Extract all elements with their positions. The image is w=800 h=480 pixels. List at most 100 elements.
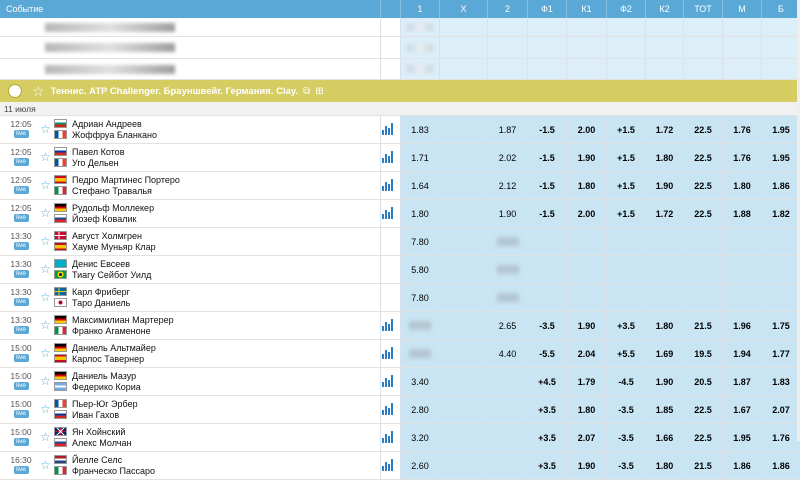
under-cell[interactable]: 1.88 <box>722 200 761 227</box>
match-info[interactable]: 13:30 live ☆ Карл Фриберг Таро Даниель <box>0 284 380 311</box>
live-badge[interactable]: live <box>13 354 29 362</box>
total-cell[interactable]: 22.5 <box>683 424 722 451</box>
handicap-1-cell[interactable]: -1.5 <box>527 172 566 199</box>
handicap-2-cell[interactable]: +1.5 <box>606 200 645 227</box>
handicap-2-cell[interactable]: +5.5 <box>606 340 645 367</box>
odd-1-cell[interactable]: 1.64 <box>400 172 439 199</box>
favorite-star-icon[interactable]: ☆ <box>40 319 51 331</box>
match-info[interactable]: 12:05 live ☆ Рудольф Моллекер Йозеф Ковалик <box>0 200 393 227</box>
live-badge[interactable]: live <box>13 326 29 334</box>
match-info[interactable]: 15:00 live ☆ Ян Хойнский Алекс Молчан <box>0 424 393 451</box>
coef-2-cell[interactable]: 1.90 <box>645 368 683 395</box>
coef-1-cell[interactable]: 2.04 <box>566 340 606 367</box>
coef-1-cell[interactable]: 2.00 <box>566 116 606 143</box>
coef-1-cell[interactable]: 1.90 <box>566 144 606 171</box>
odd-x-cell[interactable] <box>439 228 487 255</box>
odd-2-cell[interactable]: 2.65 <box>487 312 527 339</box>
favorite-star-icon[interactable]: ☆ <box>40 291 51 303</box>
odd-1-cell[interactable]: 3.40 <box>400 368 439 395</box>
odd-x-cell[interactable] <box>439 284 487 311</box>
odd-x-cell[interactable] <box>439 256 487 283</box>
odd-x-cell[interactable] <box>439 452 487 479</box>
handicap-1-cell[interactable]: -1.5 <box>527 116 566 143</box>
statistics-icon[interactable] <box>382 403 393 415</box>
column-header-f2[interactable]: Ф2 <box>606 0 645 18</box>
coef-1-cell[interactable]: 1.79 <box>566 368 606 395</box>
total-cell[interactable]: 19.5 <box>683 340 722 367</box>
live-badge[interactable]: live <box>13 242 29 250</box>
live-badge[interactable]: live <box>13 438 29 446</box>
odd-x-cell[interactable] <box>439 200 487 227</box>
odd-x-cell[interactable] <box>439 340 487 367</box>
live-badge[interactable]: live <box>13 214 29 222</box>
handicap-2-cell[interactable] <box>606 228 645 255</box>
odd-x-cell[interactable] <box>439 368 487 395</box>
copy-icon[interactable]: ⧉ <box>303 86 310 97</box>
match-info[interactable]: 15:00 live ☆ Пьер-Юг Эрбер Иван Гахов <box>0 396 393 423</box>
odd-x-cell[interactable] <box>439 424 487 451</box>
player-2-name[interactable]: Йозеф Ковалик <box>72 214 154 225</box>
player-1-name[interactable]: Павел Котов <box>72 147 124 158</box>
odd-1-cell[interactable] <box>400 312 439 339</box>
statistics-icon[interactable] <box>382 123 393 135</box>
live-badge[interactable]: live <box>13 382 29 390</box>
total-cell[interactable] <box>683 284 722 311</box>
coef-2-cell[interactable]: 1.72 <box>645 116 683 143</box>
under-cell[interactable]: 1.87 <box>722 368 761 395</box>
player-2-name[interactable]: Федерико Кориа <box>72 382 141 393</box>
odd-2-cell[interactable]: 2.12 <box>487 172 527 199</box>
handicap-2-cell[interactable]: -4.5 <box>606 368 645 395</box>
over-cell[interactable]: 1.82 <box>761 200 800 227</box>
handicap-2-cell[interactable]: +1.5 <box>606 116 645 143</box>
favorite-star-icon[interactable]: ☆ <box>40 375 51 387</box>
favorite-star-icon[interactable]: ☆ <box>40 151 51 163</box>
odd-2-cell[interactable]: 1.87 <box>487 116 527 143</box>
coef-2-cell[interactable]: 1.85 <box>645 396 683 423</box>
coef-2-cell[interactable]: 1.80 <box>645 452 683 479</box>
total-cell[interactable]: 22.5 <box>683 396 722 423</box>
odd-1-cell[interactable]: 7.80 <box>400 228 439 255</box>
match-info[interactable]: 13:30 live ☆ Денис Евсеев Тиагу Сейбот Уилд <box>0 256 380 283</box>
odd-2-cell[interactable] <box>487 396 527 423</box>
handicap-1-cell[interactable]: -1.5 <box>527 200 566 227</box>
handicap-2-cell[interactable]: -3.5 <box>606 452 645 479</box>
statistics-icon[interactable] <box>382 151 393 163</box>
odd-2-cell[interactable] <box>487 284 527 311</box>
statistics-icon[interactable] <box>382 459 393 471</box>
favorite-star-icon[interactable]: ☆ <box>40 123 51 135</box>
coef-1-cell[interactable]: 1.80 <box>566 396 606 423</box>
player-1-name[interactable]: Ян Хойнский <box>72 427 131 438</box>
player-2-name[interactable]: Стефано Травалья <box>72 186 180 197</box>
column-header-1[interactable]: 1 <box>400 0 439 18</box>
favorite-star-icon[interactable]: ☆ <box>40 347 51 359</box>
column-header-2[interactable]: 2 <box>487 0 527 18</box>
match-info[interactable]: 12:05 live ☆ Адриан Андреев Жоффруа Бланкано <box>0 116 393 143</box>
match-info[interactable]: 15:00 live ☆ Даниель Мазур Федерико Кориа <box>0 368 393 395</box>
coef-1-cell[interactable] <box>566 256 606 283</box>
column-header-x[interactable]: X <box>439 0 487 18</box>
handicap-2-cell[interactable] <box>606 284 645 311</box>
player-1-name[interactable]: Денис Евсеев <box>72 259 151 270</box>
coef-1-cell[interactable]: 2.00 <box>566 200 606 227</box>
coef-1-cell[interactable]: 1.90 <box>566 312 606 339</box>
odd-2-cell[interactable]: 2.02 <box>487 144 527 171</box>
total-cell[interactable]: 21.5 <box>683 452 722 479</box>
over-cell[interactable]: 1.76 <box>761 424 800 451</box>
under-cell[interactable]: 1.96 <box>722 312 761 339</box>
player-2-name[interactable]: Карлос Тавернер <box>72 354 156 365</box>
odd-x-cell[interactable] <box>439 312 487 339</box>
handicap-1-cell[interactable]: +3.5 <box>527 424 566 451</box>
match-info[interactable]: 12:05 live ☆ Павел Котов Уго Дельен <box>0 144 393 171</box>
over-cell[interactable]: 2.07 <box>761 396 800 423</box>
handicap-1-cell[interactable]: +4.5 <box>527 368 566 395</box>
favorite-star-icon[interactable]: ☆ <box>40 179 51 191</box>
column-header-tot[interactable]: ТОТ <box>683 0 722 18</box>
player-2-name[interactable]: Франко Агаменоне <box>72 326 174 337</box>
under-cell[interactable]: 1.80 <box>722 172 761 199</box>
odd-1-cell[interactable]: 3.20 <box>400 424 439 451</box>
player-2-name[interactable]: Жоффруа Бланкано <box>72 130 157 141</box>
player-1-name[interactable]: Рудольф Моллекер <box>72 203 154 214</box>
coef-1-cell[interactable]: 2.07 <box>566 424 606 451</box>
player-1-name[interactable]: Даниель Мазур <box>72 371 141 382</box>
player-2-name[interactable]: Иван Гахов <box>72 410 138 421</box>
